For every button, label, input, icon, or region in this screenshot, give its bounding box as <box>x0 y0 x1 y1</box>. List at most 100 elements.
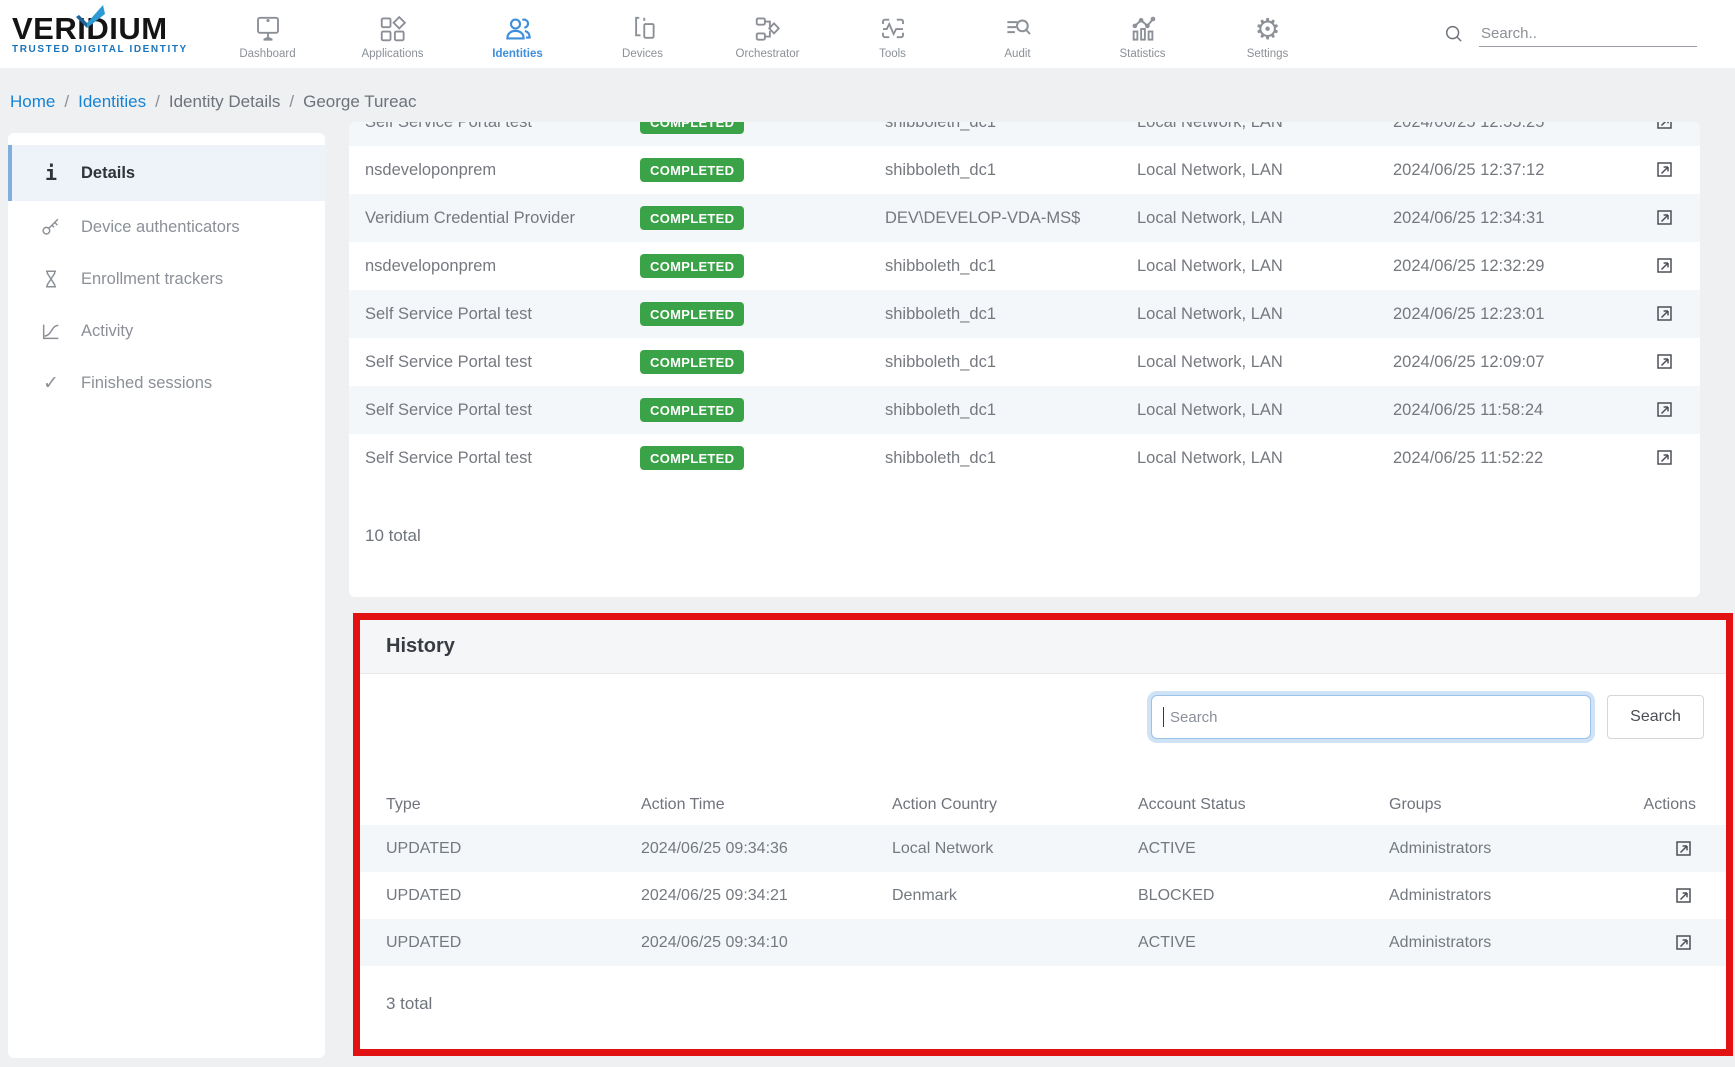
nav-item-identities[interactable]: Identities <box>455 9 580 60</box>
status-badge: COMPLETED <box>640 122 744 134</box>
open-history-button[interactable] <box>1674 933 1700 953</box>
breadcrumb-separator: / <box>155 92 160 112</box>
session-network: Local Network, LAN <box>1137 122 1393 132</box>
breadcrumb-home[interactable]: Home <box>10 92 55 112</box>
history-time: 2024/06/25 09:34:36 <box>641 840 892 858</box>
open-session-button[interactable] <box>1655 448 1689 468</box>
status-badge: COMPLETED <box>640 206 744 230</box>
history-table-header: Type Action Time Action Country Account … <box>360 785 1726 825</box>
nav-item-dashboard[interactable]: Dashboard <box>205 9 330 60</box>
breadcrumb-user-name: George Tureac <box>303 92 416 112</box>
external-link-icon <box>1655 122 1675 132</box>
open-session-button[interactable] <box>1655 160 1689 180</box>
breadcrumb-separator: / <box>64 92 69 112</box>
history-type: UPDATED <box>386 887 641 905</box>
history-groups: Administrators <box>1389 887 1640 905</box>
session-row: Self Service Portal test COMPLETED shibb… <box>349 338 1700 386</box>
session-row: Veridium Credential Provider COMPLETED D… <box>349 194 1700 242</box>
session-name: Self Service Portal test <box>365 305 640 324</box>
status-badge: COMPLETED <box>640 350 744 374</box>
column-actions: Actions <box>1644 796 1700 814</box>
nav-item-devices[interactable]: Devices <box>580 9 705 60</box>
history-time: 2024/06/25 09:34:10 <box>641 934 892 952</box>
session-server: shibboleth_dc1 <box>885 353 1137 372</box>
column-action-time: Action Time <box>641 796 892 814</box>
sidebar-item-details[interactable]: i Details <box>8 145 325 201</box>
text-caret <box>1163 707 1164 727</box>
global-search-input[interactable] <box>1479 21 1697 47</box>
session-row: Self Service Portal test COMPLETED shibb… <box>349 386 1700 434</box>
session-server: shibboleth_dc1 <box>885 161 1137 180</box>
session-network: Local Network, LAN <box>1137 161 1393 180</box>
history-country: Denmark <box>892 887 1138 905</box>
tools-icon <box>878 13 908 45</box>
session-network: Local Network, LAN <box>1137 209 1393 228</box>
open-session-button[interactable] <box>1655 122 1689 132</box>
nav-item-orchestrator[interactable]: Orchestrator <box>705 9 830 60</box>
breadcrumb-identity-details: Identity Details <box>169 92 281 112</box>
sessions-table: Self Service Portal test COMPLETED shibb… <box>349 122 1700 482</box>
external-link-icon <box>1674 886 1694 906</box>
devices-icon <box>628 13 658 45</box>
sidebar-item-device-authenticators[interactable]: Device authenticators <box>8 201 325 253</box>
nav-label: Settings <box>1247 48 1289 60</box>
status-badge: COMPLETED <box>640 158 744 182</box>
sidebar-item-activity[interactable]: Activity <box>8 305 325 357</box>
history-country: Local Network <box>892 840 1138 858</box>
open-history-button[interactable] <box>1674 839 1700 859</box>
history-status: ACTIVE <box>1138 840 1389 858</box>
history-total: 3 total <box>386 994 1726 1014</box>
status-badge: COMPLETED <box>640 398 744 422</box>
nav-item-tools[interactable]: Tools <box>830 9 955 60</box>
column-type: Type <box>386 796 641 814</box>
session-row: nsdeveloponprem COMPLETED shibboleth_dc1… <box>349 242 1700 290</box>
session-name: Veridium Credential Provider <box>365 209 640 228</box>
global-search <box>1443 21 1697 47</box>
history-groups: Administrators <box>1389 934 1640 952</box>
nav-item-settings[interactable]: ⚙ Settings <box>1205 9 1330 60</box>
session-row: Self Service Portal test COMPLETED shibb… <box>349 434 1700 482</box>
breadcrumb-identities[interactable]: Identities <box>78 92 146 112</box>
sessions-total: 10 total <box>365 526 1700 546</box>
status-badge: COMPLETED <box>640 446 744 470</box>
dashboard-icon <box>253 13 283 45</box>
external-link-icon <box>1655 400 1675 420</box>
open-session-button[interactable] <box>1655 304 1689 324</box>
session-server: shibboleth_dc1 <box>885 401 1137 420</box>
open-history-button[interactable] <box>1674 886 1700 906</box>
open-session-button[interactable] <box>1655 352 1689 372</box>
nav-item-statistics[interactable]: Statistics <box>1080 9 1205 60</box>
history-search-input[interactable] <box>1151 695 1591 739</box>
session-time: 2024/06/25 12:37:12 <box>1393 161 1655 180</box>
external-link-icon <box>1655 304 1675 324</box>
search-icon <box>1443 23 1465 45</box>
sidebar-item-label: Device authenticators <box>81 218 240 237</box>
column-action-country: Action Country <box>892 796 1138 814</box>
sidebar-item-enrollment-trackers[interactable]: Enrollment trackers <box>8 253 325 305</box>
session-network: Local Network, LAN <box>1137 401 1393 420</box>
open-session-button[interactable] <box>1655 208 1689 228</box>
logo-text: VERIDIUM <box>12 14 205 44</box>
session-time: 2024/06/25 12:32:29 <box>1393 257 1655 276</box>
open-session-button[interactable] <box>1655 256 1689 276</box>
external-link-icon <box>1655 160 1675 180</box>
session-time: 2024/06/25 11:58:24 <box>1393 401 1655 420</box>
nav-item-audit[interactable]: Audit <box>955 9 1080 60</box>
column-groups: Groups <box>1389 796 1640 814</box>
session-server: shibboleth_dc1 <box>885 122 1137 132</box>
history-status: BLOCKED <box>1138 887 1389 905</box>
history-search-button[interactable]: Search <box>1607 695 1704 739</box>
nav-label: Dashboard <box>239 48 295 60</box>
nav-label: Statistics <box>1119 48 1165 60</box>
nav-item-applications[interactable]: Applications <box>330 9 455 60</box>
check-icon: ✓ <box>39 372 63 394</box>
sessions-card: Self Service Portal test COMPLETED shibb… <box>349 122 1700 597</box>
session-network: Local Network, LAN <box>1137 449 1393 468</box>
sidebar-item-finished-sessions[interactable]: ✓ Finished sessions <box>8 357 325 409</box>
session-time: 2024/06/25 11:52:22 <box>1393 449 1655 468</box>
external-link-icon <box>1655 256 1675 276</box>
session-name: Self Service Portal test <box>365 449 640 468</box>
session-name: nsdeveloponprem <box>365 257 640 276</box>
sidebar-item-label: Finished sessions <box>81 374 212 393</box>
open-session-button[interactable] <box>1655 400 1689 420</box>
